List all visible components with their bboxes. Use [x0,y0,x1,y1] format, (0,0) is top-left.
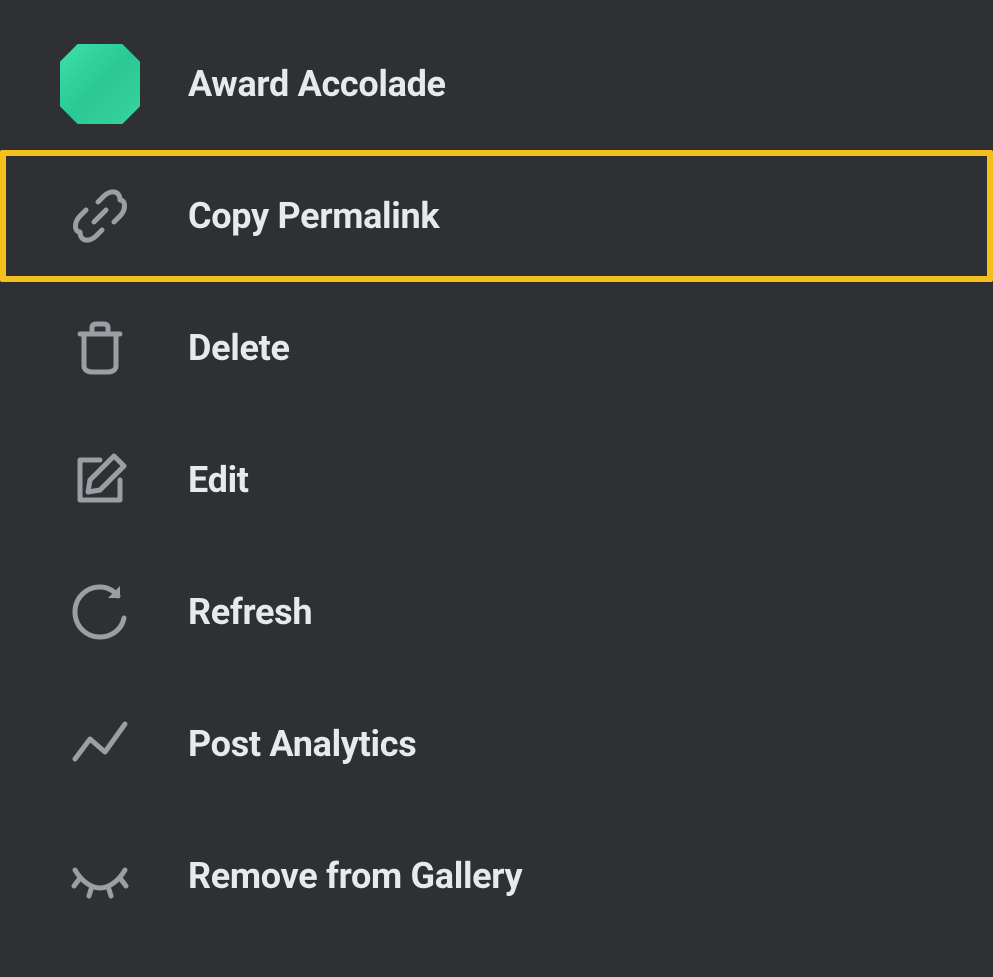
menu-item-label: Edit [188,459,249,501]
gem-icon [60,44,140,124]
menu-item-label: Remove from Gallery [188,855,522,897]
menu-item-label: Award Accolade [188,63,446,105]
eye-closed-icon [60,836,140,916]
menu-item-label: Refresh [188,591,312,633]
menu-item-edit[interactable]: Edit [0,414,993,546]
menu-item-label: Post Analytics [188,723,416,765]
trash-icon [60,308,140,388]
menu-item-remove-from-gallery[interactable]: Remove from Gallery [0,810,993,942]
menu-item-refresh[interactable]: Refresh [0,546,993,678]
context-menu: Award Accolade Copy Permalink Delete [0,0,993,942]
edit-icon [60,440,140,520]
analytics-icon [60,704,140,784]
menu-item-award-accolade[interactable]: Award Accolade [0,18,993,150]
refresh-icon [60,572,140,652]
menu-item-delete[interactable]: Delete [0,282,993,414]
link-icon [60,176,140,256]
menu-item-copy-permalink[interactable]: Copy Permalink [0,150,993,282]
menu-item-post-analytics[interactable]: Post Analytics [0,678,993,810]
menu-item-label: Copy Permalink [188,195,439,237]
menu-item-label: Delete [188,327,290,369]
